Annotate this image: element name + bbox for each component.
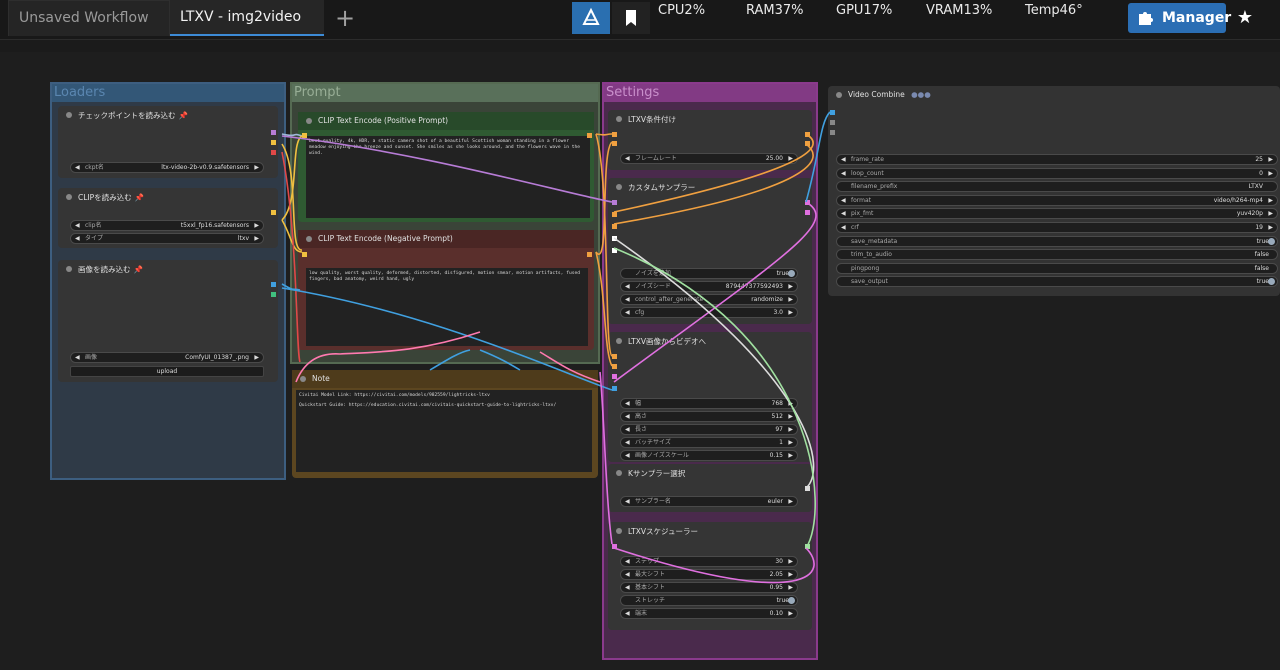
wire [613,237,815,489]
cpu-stat: CPU2% [658,3,706,18]
top-bar: Unsaved Workflow LTXV - img2video + CPU2… [0,0,1280,40]
manager-label: Manager [1162,10,1232,26]
wire [613,201,817,383]
wire [599,371,613,545]
gpu-stat: GPU17% [836,3,893,18]
wire [613,133,814,213]
wire [281,135,613,203]
node-canvas[interactable]: Loaders Prompt Settings チェックポイントを読み込む 📌 ◀… [0,52,1280,670]
wire [595,133,613,357]
bookmark-button[interactable] [612,2,650,34]
wire [539,351,601,383]
wire [595,133,613,136]
new-tab-button[interactable]: + [332,4,358,32]
ram-stat: RAM37% [746,3,804,18]
wire [613,247,816,549]
toolbar-gap [0,40,1280,52]
wire [295,353,341,383]
wire [281,287,613,391]
wire [281,151,301,363]
bookmark-icon [626,10,636,26]
wire [613,547,815,584]
wire [429,349,471,371]
node-wires [281,111,831,584]
comfy-logo-button[interactable] [572,2,610,34]
star-icon[interactable]: ★ [1228,3,1262,33]
wire [805,111,831,203]
puzzle-icon [1139,12,1153,25]
tab-unsaved-workflow[interactable]: Unsaved Workflow [8,0,170,36]
wire [339,331,481,355]
vram-stat: VRAM13% [926,3,993,18]
tab-ltxv-img2video[interactable]: LTXV - img2video [170,0,324,36]
manager-button[interactable]: Manager [1128,3,1231,33]
wire [613,143,814,225]
comfy-logo-icon [582,7,600,25]
temp-stat: Temp46° [1025,3,1083,18]
